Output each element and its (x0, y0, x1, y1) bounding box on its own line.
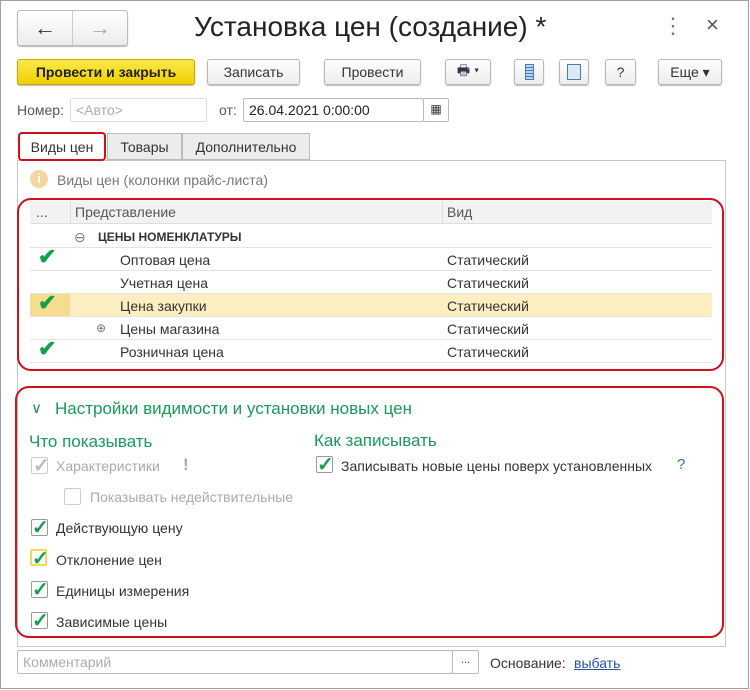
post-button[interactable]: Провести (324, 59, 421, 85)
comment-field[interactable]: Комментарий (17, 650, 453, 674)
date-label: от: (219, 102, 237, 118)
basis-link[interactable]: выбать (574, 655, 620, 671)
nav-buttons: ← → (17, 10, 128, 46)
calendar-icon[interactable]: ▦ (423, 98, 449, 122)
number-field[interactable]: <Авто> (70, 98, 207, 122)
tab-additional[interactable]: Дополнительно (182, 133, 310, 160)
print-button[interactable]: 🖶 ▾ (445, 59, 491, 85)
structure-icon (567, 64, 581, 80)
more-button[interactable]: Еще ▾ (658, 59, 722, 85)
info-text: Виды цен (колонки прайс-листа) (57, 172, 268, 188)
list-icon (524, 64, 534, 80)
number-label: Номер: (17, 102, 64, 118)
more-icon[interactable]: ⋮ (662, 13, 684, 39)
tab-goods[interactable]: Товары (107, 133, 182, 160)
date-field[interactable]: 26.04.2021 0:00:00 (243, 98, 424, 122)
close-button[interactable]: × (706, 12, 719, 38)
save-button[interactable]: Записать (207, 59, 300, 85)
post-and-close-button[interactable]: Провести и закрыть (17, 59, 195, 85)
highlight-table (17, 198, 724, 371)
comment-ellipsis-button[interactable]: ... (452, 650, 479, 674)
highlight-tab (18, 132, 106, 161)
help-button[interactable]: ? (605, 59, 636, 85)
structure-button[interactable] (559, 59, 589, 85)
info-icon: i (30, 170, 48, 188)
back-button[interactable]: ← (18, 11, 73, 45)
forward-button[interactable]: → (73, 11, 127, 45)
basis-label: Основание: (490, 655, 566, 671)
window: ← → Установка цен (создание) * ⋮ × Прове… (0, 0, 749, 689)
window-title: Установка цен (создание) * (194, 11, 547, 42)
highlight-settings (15, 386, 724, 638)
list-icon-button[interactable] (514, 59, 544, 85)
